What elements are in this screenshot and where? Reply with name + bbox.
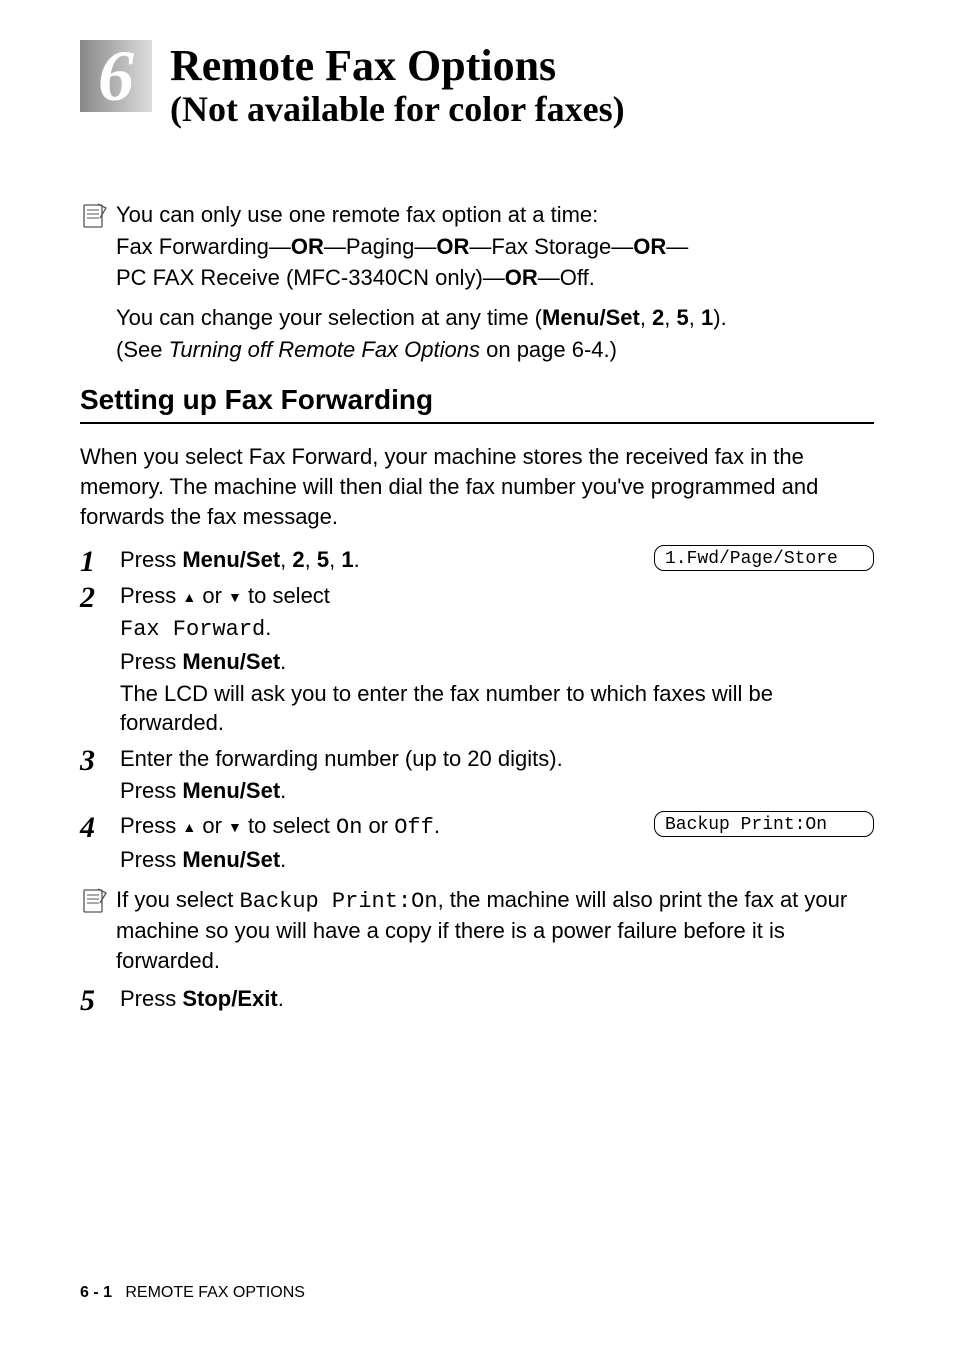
chapter-title: Remote Fax Options [170, 42, 625, 90]
s2-lcd-note: The LCD will ask you to enter the fax nu… [120, 679, 874, 738]
note-block-backup: If you select Backup Print:On, the machi… [80, 885, 874, 976]
step-number-2: 2 [80, 581, 120, 613]
note-line3a: PC FAX Receive (MFC-3340CN only)— [116, 265, 505, 290]
note-line3b: —Off. [538, 265, 595, 290]
note-line1: You can only use one remote fax option a… [116, 202, 598, 227]
step-3-text: Enter the forwarding number (up to 20 di… [120, 744, 874, 807]
step-4: 4 Press ▲ or ▼ to select On or Off. Pres… [80, 811, 874, 876]
or1: OR [291, 234, 324, 259]
k5a: 5 [677, 305, 689, 330]
note-line2c: —Fax Storage— [469, 234, 633, 259]
note-intro-content: You can only use one remote fax option a… [116, 200, 727, 366]
note2-mono: Backup Print:On [240, 889, 438, 914]
triangle-up-icon: ▲ [182, 588, 196, 607]
footer-page-number: 6 - 1 [80, 1284, 112, 1301]
note-line4a: You can change your selection at any tim… [116, 305, 542, 330]
triangle-up-icon-2: ▲ [182, 818, 196, 837]
chapter-titles: Remote Fax Options (Not available for co… [170, 40, 625, 130]
step-5-text: Press Stop/Exit. [120, 984, 874, 1014]
c1: , [640, 305, 652, 330]
note-line5b: on page 6-4.) [480, 337, 617, 362]
step-3: 3 Enter the forwarding number (up to 20 … [80, 744, 874, 807]
step-1: 1 Press Menu/Set, 2, 5, 1. 1.Fwd/Page/St… [80, 545, 874, 577]
note-backup-content: If you select Backup Print:On, the machi… [116, 885, 874, 976]
note-block-intro: You can only use one remote fax option a… [80, 200, 874, 366]
intro-text: When you select Fax Forward, your machin… [80, 442, 874, 531]
lcd-display-2: Backup Print:On [654, 811, 874, 837]
step-1-text: Press Menu/Set, 2, 5, 1. [120, 545, 634, 575]
step-list: 1 Press Menu/Set, 2, 5, 1. 1.Fwd/Page/St… [80, 545, 874, 876]
s3-menuset: Menu/Set [182, 778, 280, 803]
step-number-3: 3 [80, 744, 120, 776]
step-number-5: 5 [80, 984, 120, 1016]
page-footer: 6 - 1 REMOTE FAX OPTIONS [80, 1284, 305, 1302]
step-2-text: Press ▲ or ▼ to select Fax Forward. Pres… [120, 581, 874, 739]
section-heading: Setting up Fax Forwarding [80, 384, 874, 424]
s2-menuset: Menu/Set [182, 649, 280, 674]
chapter-number: 6 [98, 40, 134, 112]
note-icon-2 [80, 887, 112, 920]
step-list-continued: 5 Press Stop/Exit. [80, 984, 874, 1016]
k1a: 1 [701, 305, 713, 330]
step-number-4: 4 [80, 811, 120, 843]
note-icon [80, 202, 112, 235]
menu-set-1: Menu/Set [542, 305, 640, 330]
or4: OR [505, 265, 538, 290]
lcd-display-1: 1.Fwd/Page/Store [654, 545, 874, 571]
step-number-1: 1 [80, 545, 120, 577]
triangle-down-icon-2: ▼ [228, 818, 242, 837]
triangle-down-icon: ▼ [228, 588, 242, 607]
step-2: 2 Press ▲ or ▼ to select Fax Forward. Pr… [80, 581, 874, 739]
s5-stopexit: Stop/Exit [182, 986, 277, 1011]
note-line5a: (See [116, 337, 169, 362]
s1-menuset: Menu/Set [182, 547, 280, 572]
k2a: 2 [652, 305, 664, 330]
step-4-text: Press ▲ or ▼ to select On or Off. Press … [120, 811, 634, 876]
c2: , [664, 305, 676, 330]
note-line2b: —Paging— [324, 234, 437, 259]
chapter-subtitle: (Not available for color faxes) [170, 90, 625, 130]
or2: OR [436, 234, 469, 259]
s1-press: Press [120, 547, 182, 572]
s2-mono: Fax Forward [120, 617, 265, 642]
c3: , [689, 305, 701, 330]
note-line2d: — [666, 234, 688, 259]
s4-menuset: Menu/Set [182, 847, 280, 872]
note-line2a: Fax Forwarding— [116, 234, 291, 259]
note-line4c: ). [713, 305, 726, 330]
note-line5-italic: Turning off Remote Fax Options [169, 337, 480, 362]
step-5: 5 Press Stop/Exit. [80, 984, 874, 1016]
or3: OR [633, 234, 666, 259]
chapter-number-box: 6 [80, 40, 152, 112]
footer-label: REMOTE FAX OPTIONS [125, 1284, 305, 1301]
chapter-header: 6 Remote Fax Options (Not available for … [80, 40, 874, 130]
